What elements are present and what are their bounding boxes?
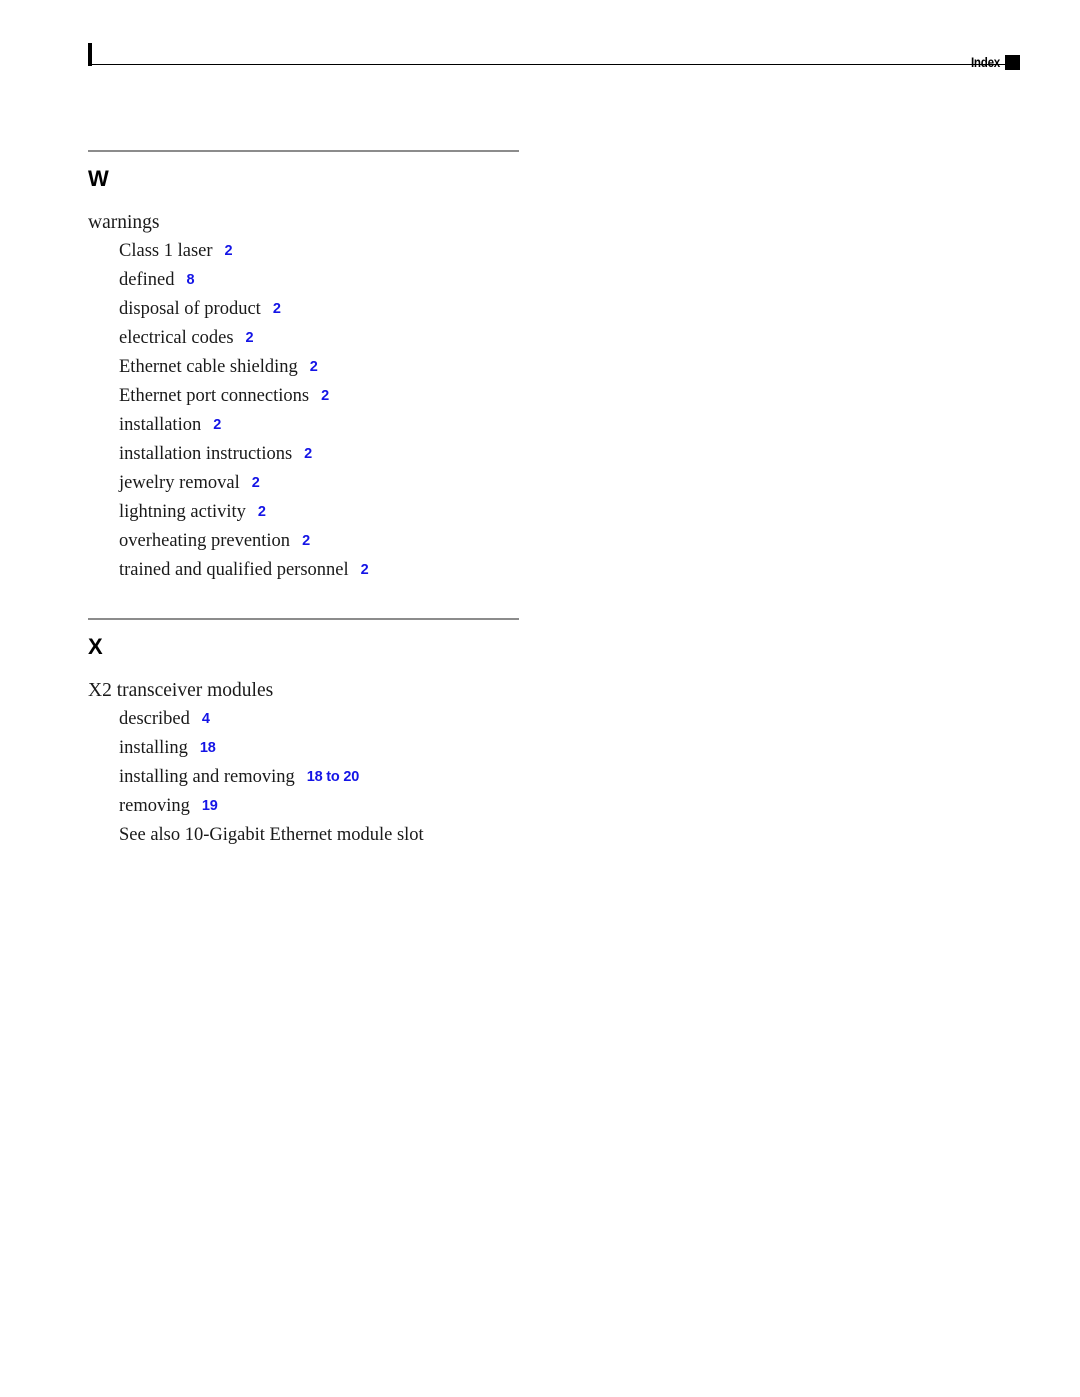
index-entry: described 4 bbox=[88, 705, 648, 734]
index-entry-pages[interactable]: 8 bbox=[186, 272, 194, 288]
black-square-icon bbox=[1005, 55, 1020, 70]
index-entry: Ethernet port connections 2 bbox=[88, 382, 648, 411]
index-entry-pages[interactable]: 2 bbox=[246, 330, 254, 346]
index-entry-list: warnings Class 1 laser 2 defined 8 disposa… bbox=[88, 208, 648, 585]
index-entry-text: Ethernet port connections bbox=[119, 386, 310, 406]
index-entry-text: overheating prevention bbox=[119, 531, 291, 551]
page-header: Index bbox=[0, 0, 1080, 90]
index-entry-text: electrical codes bbox=[119, 328, 234, 348]
index-entry: installation 2 bbox=[88, 411, 648, 440]
header-label: Index bbox=[970, 55, 1000, 70]
index-entry-pages[interactable]: 2 bbox=[273, 301, 281, 317]
section-divider bbox=[88, 150, 519, 152]
index-entry-list: X2 transceiver modules described 4 instal… bbox=[88, 676, 648, 850]
index-entry-text: installing and removing bbox=[119, 767, 295, 787]
index-entry: electrical codes 2 bbox=[88, 324, 648, 353]
index-entry: installation instructions 2 bbox=[88, 440, 648, 469]
index-entry-text: Class 1 laser bbox=[119, 241, 213, 261]
index-entry: warnings bbox=[88, 208, 648, 237]
index-entry-pages[interactable]: 2 bbox=[252, 475, 260, 491]
index-entry-text: warnings bbox=[88, 212, 160, 233]
section-letter-heading: W bbox=[88, 166, 109, 191]
index-entry: installing and removing 18 to 20 bbox=[88, 763, 648, 792]
index-entry-text: removing bbox=[119, 796, 190, 816]
index-entry-text: described bbox=[119, 709, 190, 729]
section-letter-heading: X bbox=[88, 634, 103, 659]
index-section-x: X X2 transceiver modules described 4 inst… bbox=[88, 618, 648, 850]
index-entry: disposal of product 2 bbox=[88, 295, 648, 324]
index-entry: lightning activity 2 bbox=[88, 498, 648, 527]
index-page: Index W warnings Class 1 laser 2 defined 8… bbox=[0, 0, 1080, 1397]
header-divider bbox=[92, 64, 1005, 65]
index-entry-text: jewelry removal bbox=[119, 473, 240, 493]
index-entry-pages[interactable]: 19 bbox=[202, 798, 218, 814]
index-entry-text: Ethernet cable shielding bbox=[119, 357, 298, 377]
index-entry-pages[interactable]: 2 bbox=[310, 359, 318, 375]
section-divider bbox=[88, 618, 519, 620]
index-entry-pages[interactable]: 18 bbox=[200, 740, 216, 756]
index-entry-text: installing bbox=[119, 738, 188, 758]
index-entry-pages[interactable]: 4 bbox=[202, 711, 210, 727]
index-entry: removing 19 bbox=[88, 792, 648, 821]
header-tick-mark bbox=[88, 43, 92, 66]
index-entry-text: See also 10-Gigabit Ethernet module slot bbox=[119, 825, 424, 845]
index-entry-pages[interactable]: 2 bbox=[321, 388, 329, 404]
index-entry-text: lightning activity bbox=[119, 502, 246, 522]
index-entry-pages[interactable]: 2 bbox=[258, 504, 266, 520]
index-entry-pages[interactable]: 2 bbox=[225, 243, 233, 259]
index-entry-text: disposal of product bbox=[119, 299, 261, 319]
index-entry: X2 transceiver modules bbox=[88, 676, 648, 705]
index-entry-pages[interactable]: 18 to 20 bbox=[307, 769, 360, 785]
index-entry: Ethernet cable shielding 2 bbox=[88, 353, 648, 382]
index-entry: overheating prevention 2 bbox=[88, 527, 648, 556]
index-entry-see-also: See also 10-Gigabit Ethernet module slot bbox=[88, 821, 648, 850]
index-entry-pages[interactable]: 2 bbox=[213, 417, 221, 433]
index-entry: trained and qualified personnel 2 bbox=[88, 556, 648, 585]
index-section-w: W warnings Class 1 laser 2 defined 8 dispo… bbox=[88, 150, 648, 585]
index-entry-text: installation instructions bbox=[119, 444, 293, 464]
index-entry-pages[interactable]: 2 bbox=[304, 446, 312, 462]
index-entry-text: installation bbox=[119, 415, 202, 435]
index-entry-text: X2 transceiver modules bbox=[88, 680, 274, 701]
index-entry-text: trained and qualified personnel bbox=[119, 560, 349, 580]
index-entry-pages[interactable]: 2 bbox=[361, 562, 369, 578]
index-entry: defined 8 bbox=[88, 266, 648, 295]
page-footer: Cisco Catalyst Blade Switch 3120 for HP … bbox=[0, 1287, 1080, 1397]
index-entry-text: defined bbox=[119, 270, 175, 290]
index-entry: jewelry removal 2 bbox=[88, 469, 648, 498]
index-entry-pages[interactable]: 2 bbox=[302, 533, 310, 549]
index-entry: installing 18 bbox=[88, 734, 648, 763]
index-entry: Class 1 laser 2 bbox=[88, 237, 648, 266]
